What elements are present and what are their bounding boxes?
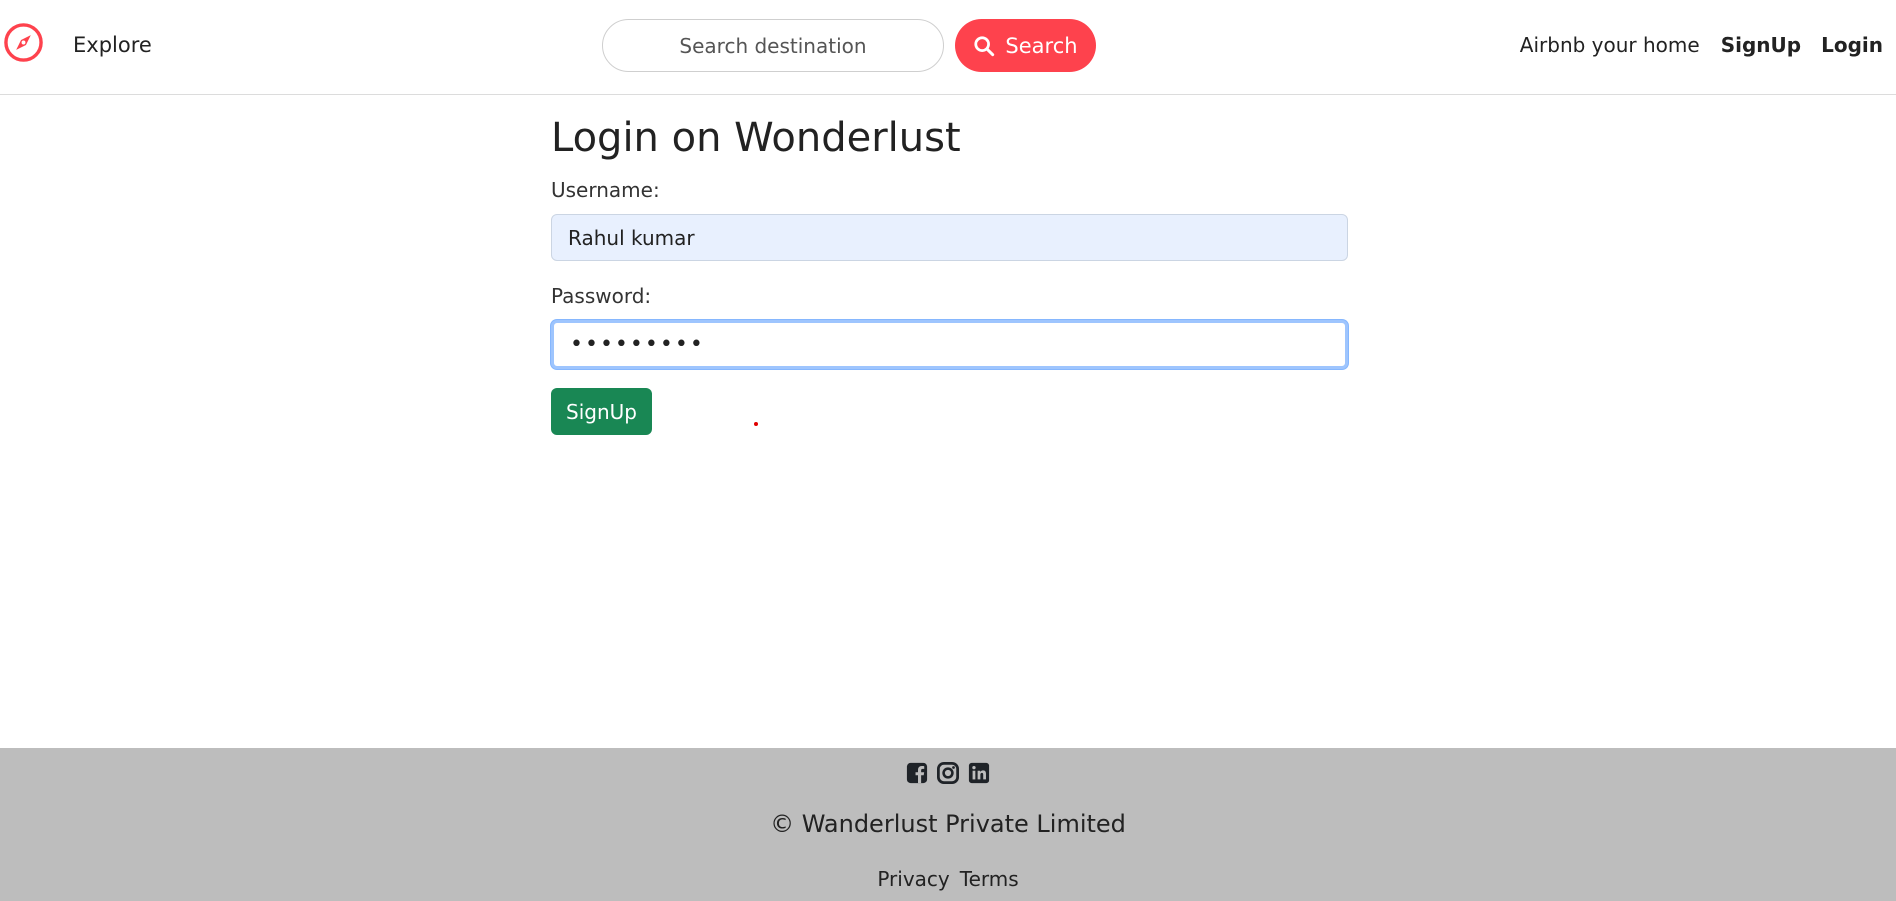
footer-links: Privacy Terms — [0, 867, 1896, 891]
search-icon — [974, 35, 995, 56]
airbnb-your-home-link[interactable]: Airbnb your home — [1520, 33, 1700, 57]
page-title: Login on Wonderlust — [551, 115, 961, 161]
username-field[interactable] — [551, 214, 1348, 261]
search-button-label: Search — [1005, 33, 1078, 58]
instagram-icon[interactable] — [937, 762, 959, 784]
login-link[interactable]: Login — [1821, 33, 1883, 57]
search-button[interactable]: Search — [955, 19, 1096, 72]
navbar: Explore Search Airbnb your home SignUp L… — [0, 0, 1896, 95]
username-label: Username: — [551, 178, 660, 202]
privacy-link[interactable]: Privacy — [877, 867, 949, 891]
linkedin-icon[interactable] — [968, 762, 990, 784]
footer: © Wanderlust Private Limited Privacy Ter… — [0, 748, 1896, 901]
facebook-icon[interactable] — [906, 762, 928, 784]
nav-links: Airbnb your home SignUp Login — [1520, 33, 1883, 57]
social-links — [0, 762, 1896, 784]
submit-button[interactable]: SignUp — [551, 388, 652, 435]
explore-link[interactable]: Explore — [73, 33, 152, 57]
cursor-indicator — [754, 422, 758, 426]
signup-link[interactable]: SignUp — [1721, 33, 1801, 57]
password-field[interactable] — [551, 320, 1348, 369]
password-label: Password: — [551, 284, 652, 308]
copyright-text: © Wanderlust Private Limited — [770, 810, 1126, 838]
search-input[interactable] — [602, 19, 944, 72]
terms-link[interactable]: Terms — [960, 867, 1019, 891]
compass-icon[interactable] — [3, 22, 44, 63]
